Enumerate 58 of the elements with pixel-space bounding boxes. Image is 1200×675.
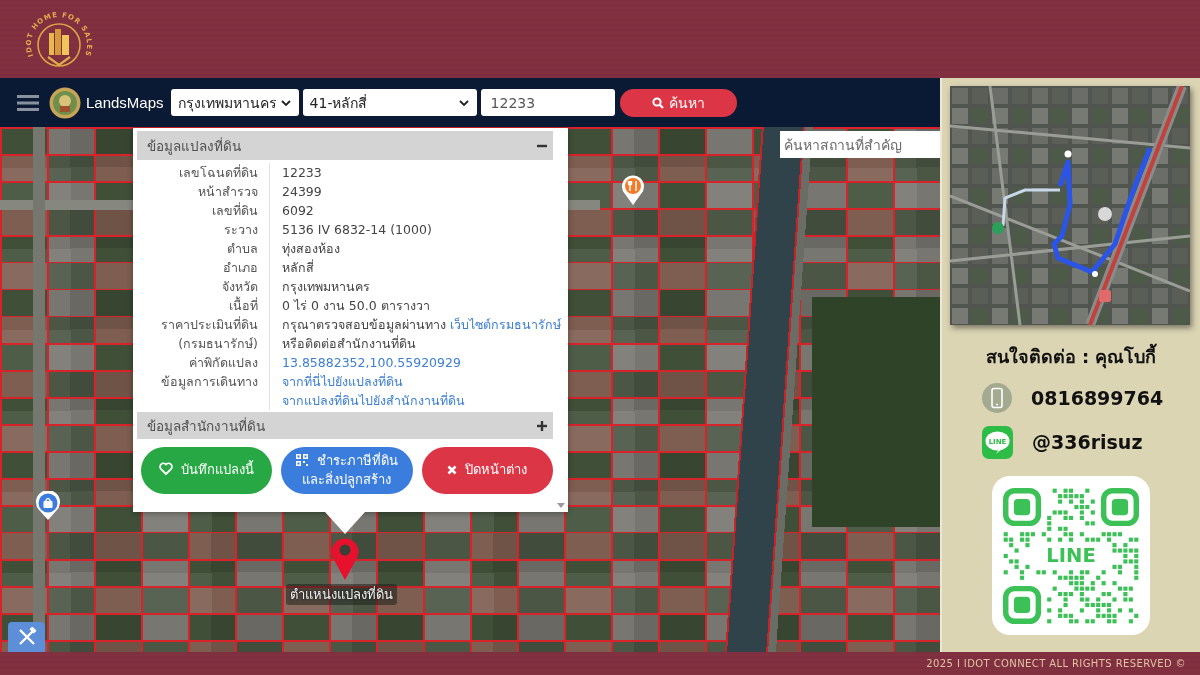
field-label: เลขโฉนดที่ดิน: [179, 165, 258, 180]
field-value: กรุณาตรวจสอบข้อมูลผ่านทาง เว็บไซต์กรมธนารักษ์: [282, 317, 561, 332]
close-window-button[interactable]: ปิดหน้าต่าง: [421, 447, 553, 494]
field-label: ราคาประเมินที่ดิน: [161, 317, 258, 332]
field-label: ค่าพิกัดแปลง: [189, 355, 258, 370]
shopping-bag-pin-icon[interactable]: [34, 491, 62, 521]
app-name: LandsMaps: [86, 94, 164, 111]
grid-icon: [296, 454, 309, 467]
province-select[interactable]: กรุงเทพมหานคร: [170, 89, 299, 116]
chevron-down-icon: [458, 99, 469, 106]
info-link[interactable]: จากแปลงที่ดินไปยังสำนักงานที่ดิน: [282, 393, 465, 408]
close-icon: [447, 465, 458, 476]
field-label: เลขที่ดิน: [212, 203, 258, 218]
qr-code[interactable]: LINE: [1003, 487, 1139, 624]
location-pin-icon[interactable]: [330, 536, 360, 581]
pay-tax-button[interactable]: ชำระภาษีที่ดินและสิ่งปลูกสร้าง: [281, 447, 413, 494]
copyright-text: 2025 I IDOT CONNECT ALL RIGHTS RESERVED ©: [926, 658, 1186, 669]
field-value: ทุ่งสองห้อง: [282, 241, 340, 256]
info-link[interactable]: จากที่นี่ไปยังแปลงที่ดิน: [282, 374, 403, 389]
heart-icon: [159, 462, 174, 476]
map-tools-button[interactable]: [8, 622, 45, 652]
field-value: 5136 IV 6832-14 (1000): [282, 222, 432, 237]
field-value: 6092: [282, 203, 314, 218]
marker-label: ตำแหน่งแปลงที่ดิน: [286, 584, 397, 605]
district-select[interactable]: 41-หลักสี่: [302, 89, 477, 116]
field-label: จังหวัด: [222, 279, 258, 294]
contact-detail: @336risuz: [1032, 431, 1143, 453]
field-value: 24399: [282, 184, 322, 199]
menu-icon[interactable]: [17, 94, 39, 111]
field-label: (กรมธนารักษ์): [178, 336, 258, 351]
parcel-number-field[interactable]: 12233: [480, 89, 615, 116]
field-value: กรุงเทพมหานคร: [282, 279, 370, 294]
chevron-down-icon: [280, 99, 291, 106]
search-button[interactable]: ค้นหา: [619, 88, 737, 117]
save-parcel-button[interactable]: บันทึกแปลงนี้: [141, 447, 273, 494]
field-label: ระวาง: [224, 222, 258, 237]
field-value: หรือติดต่อสำนักงานที่ดิน: [282, 336, 416, 351]
place-search-field[interactable]: ค้นหาสถานที่สำคัญ: [780, 131, 940, 158]
field-value: หลักสี่: [282, 260, 314, 275]
section-header[interactable]: ข้อมูลแปลงที่ดิน: [137, 131, 553, 160]
field-label: อำเภอ: [223, 260, 258, 275]
scroll-down-icon[interactable]: [556, 503, 565, 508]
field-label: หน้าสำรวจ: [198, 184, 258, 199]
info-link[interactable]: เว็บไซต์กรมธนารักษ์: [450, 317, 561, 332]
contact-detail: 0816899764: [1031, 387, 1164, 409]
search-icon: [651, 96, 664, 109]
info-link[interactable]: 13.85882352,100.55920929: [282, 355, 461, 370]
field-value: 0 ไร่ 0 งาน 50.0 ตารางวา: [282, 298, 430, 313]
restaurant-pin-icon[interactable]: [620, 174, 646, 206]
seal-logo-icon: [49, 86, 81, 119]
mobile-phone-icon[interactable]: [982, 383, 1012, 413]
field-label: ตำบล: [227, 241, 258, 256]
crossed-tools-icon: [16, 627, 37, 647]
field-value: 12233: [282, 165, 322, 180]
section-header[interactable]: ข้อมูลสำนักงานที่ดิน: [137, 412, 553, 439]
field-label: ข้อมูลการเดินทาง: [161, 374, 258, 389]
field-label: เนื้อที่: [229, 298, 258, 313]
contact-heading: สนใจติดต่อ : คุณโบกี้: [942, 343, 1200, 371]
